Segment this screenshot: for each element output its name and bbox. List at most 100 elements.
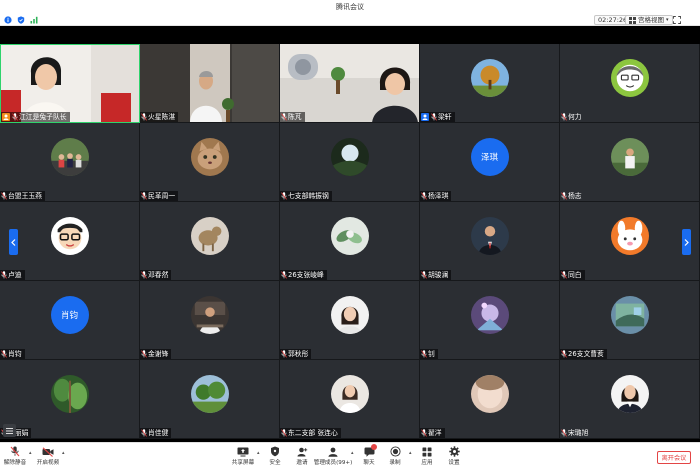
tree-avatar-icon [470,59,509,97]
start-video-button[interactable]: 开启视频 [33,446,63,466]
participant-name-tag: 26支文曹荄 [560,349,607,359]
participant-name: 七支部韩振钢 [288,192,329,200]
participant-tile[interactable]: 杨志 [560,123,700,202]
host-badge-icon [2,113,10,121]
participant-name-tag: 肖佳健 [140,428,172,438]
participant-tile[interactable]: 火星陈湛 [140,44,280,123]
participant-name-tag: 钊 [420,349,438,359]
woman-dark-avatar-icon [610,375,649,413]
chevron-right-icon [684,238,689,246]
share-screen-button[interactable]: 共享屏幕 [228,446,258,466]
apps-grid-icon [421,446,433,457]
muted-mic-icon [1,271,7,279]
participant-name-tag: 26支张崚峰 [280,270,327,280]
participant-tile[interactable]: 郭秋彤 [280,281,420,360]
participant-tile[interactable]: 七支部韩振钢 [280,123,420,202]
participant-name: 火星陈湛 [148,113,176,121]
participant-tile[interactable]: 梁轩 [420,44,560,123]
invite-button[interactable]: 邀请 [287,446,317,466]
participant-tile[interactable]: 东二支部 张连心 [280,360,420,439]
participant-name-tag: 郭秋彤 [280,349,312,359]
participant-tile[interactable]: 肖钧 肖钧 [0,281,140,360]
participant-tile[interactable]: 卢迪 [0,202,140,281]
security-button[interactable]: 安全 [260,446,290,466]
title-bar: 腾讯会议 [0,0,700,14]
participant-name-tag: 陈芃 [280,112,305,122]
cat-avatar-icon [190,138,229,176]
apps-button[interactable]: 应用 [412,446,442,466]
participant-name: 郭秋彤 [288,350,309,358]
participant-tile[interactable]: 曹丽娟 [0,360,140,439]
participant-tile[interactable]: 邓春然 [140,202,280,281]
members-icon [327,446,339,457]
shield-icon[interactable] [16,15,25,24]
participant-tile[interactable]: 胡骏澜 [420,202,560,281]
participant-tile[interactable]: 泽琪杨泽琪 [420,123,560,202]
text-avatar: 泽琪 [470,138,509,176]
manage-members-button[interactable]: 管理成员(99+) [314,446,352,466]
record-button[interactable]: 录制 [380,446,410,466]
participant-name-tag: 火星陈湛 [140,112,179,122]
info-icon[interactable] [3,15,12,24]
participant-tile[interactable]: 民革周一 [140,123,280,202]
signal-icon[interactable] [29,15,38,24]
participant-tile[interactable]: 26支张崚峰 [280,202,420,281]
participant-name-tag: 杨志 [560,191,585,201]
previous-page-button[interactable] [9,229,18,255]
participant-name: 何力 [568,113,582,121]
participant-name-tag: 同白 [560,270,585,280]
muted-mic-icon [281,113,287,121]
woman-white-avatar-icon [330,375,369,413]
fullscreen-icon[interactable] [673,16,681,24]
muted-mic-icon [561,271,567,279]
participant-name: 陈芃 [288,113,302,121]
participant-tile[interactable]: 肖佳健 [140,360,280,439]
participant-name-tag: 翟洋 [420,428,445,438]
flower-avatar-icon [330,217,369,255]
participant-tile[interactable]: 宋璐旭 [560,360,700,439]
participant-name: 翟洋 [428,429,442,437]
gear-icon [448,446,460,457]
video-options-caret-icon[interactable]: ▴ [62,450,65,456]
leave-meeting-button[interactable]: 离开会议 [657,451,691,464]
participant-name-tag: 金谢锋 [140,349,172,359]
participant-name-tag: 卢迪 [0,270,25,280]
participant-name-tag: 杨泽琪 [420,191,452,201]
member-list-toggle-icon[interactable] [3,424,16,437]
start-video-label: 开启视频 [36,460,60,466]
participant-tile[interactable]: 翟洋 [420,360,560,439]
muted-mic-icon [1,350,7,358]
security-label: 安全 [269,460,281,466]
cartoon-glasses-avatar-icon [50,217,89,255]
unmute-button[interactable]: 解除静音 [0,446,30,466]
participant-tile[interactable]: 钊 [420,281,560,360]
participant-name-tag: 胡骏澜 [420,270,452,280]
share-screen-icon [237,446,249,457]
muted-mic-icon [9,446,21,457]
participant-name: 东二支部 张连心 [288,429,338,437]
participant-tile[interactable]: 台盟王玉燕 [0,123,140,202]
participant-tile[interactable]: 何力 [560,44,700,123]
video-area: 江江是兔子队长 火星陈湛 陈芃 梁轩 何力 台盟王玉燕 民革周一 七支部韩振钢 泽琪 杨泽琪 杨志卢… [0,26,700,442]
participant-name: 宋璐旭 [568,429,589,437]
participant-tile[interactable]: 金谢锋 [140,281,280,360]
text-avatar: 肖钧 [50,296,89,334]
share-screen-label: 共享屏幕 [231,460,255,466]
muted-mic-icon [12,113,18,121]
participant-name-tag: 邓春然 [140,270,172,280]
muted-mic-icon [281,429,287,437]
blurry-face-avatar-icon [470,375,509,413]
settings-button[interactable]: 设置 [439,446,469,466]
audio-options-caret-icon[interactable]: ▴ [29,450,32,456]
participant-tile[interactable]: 陈芃 [280,44,420,123]
participant-name: 民革周一 [148,192,176,200]
fantasy-avatar-icon [470,296,509,334]
cartoon-girl-avatar-icon [610,59,649,97]
view-mode-button[interactable]: 宫格视图 ▾ [625,15,673,25]
participant-name-tag: 东二支部 张连心 [280,428,341,438]
participant-tile[interactable]: 同白 [560,202,700,281]
muted-mic-icon [421,429,427,437]
participant-tile[interactable]: 26支文曹荄 [560,281,700,360]
participant-tile[interactable]: 江江是兔子队长 [0,44,140,123]
next-page-button[interactable] [682,229,691,255]
